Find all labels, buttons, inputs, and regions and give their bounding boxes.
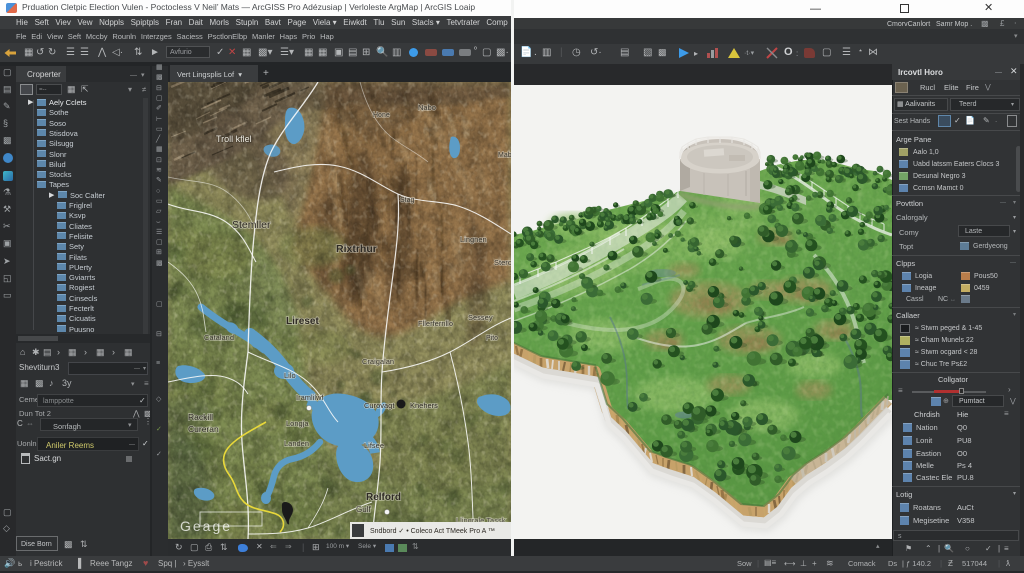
svg-text:Stag: Stag	[400, 197, 415, 204]
svg-text:Rixtrhur: Rixtrhur	[336, 243, 377, 255]
svg-text:Troll kflel: Troll kflel	[216, 134, 252, 144]
svg-text:Lireset: Lireset	[286, 316, 319, 327]
svg-text:Geage: Geage	[180, 518, 232, 534]
svg-text:Lifsee: Lifsee	[364, 441, 384, 450]
svg-text:Hone: Hone	[373, 112, 390, 119]
svg-text:Fllerfernllo: Fllerfernllo	[418, 319, 453, 328]
svg-text:Relford: Relford	[366, 492, 401, 503]
svg-text:Landen: Landen	[284, 439, 309, 448]
svg-text:Lilo: Lilo	[284, 371, 296, 380]
svg-text:Curovagt: Curovagt	[364, 401, 395, 410]
svg-text:Cureran: Cureran	[188, 424, 219, 434]
svg-text:Gulf: Gulf	[356, 505, 371, 514]
svg-text:Rackill: Rackill	[188, 412, 213, 422]
svg-text:Longja: Longja	[286, 419, 309, 428]
svg-text:Lingnen: Lingnen	[460, 235, 487, 244]
svg-text:Iramlilwf: Iramlilwf	[296, 393, 324, 402]
svg-text:Cataland: Cataland	[204, 333, 234, 342]
svg-text:Mab: Mab	[498, 152, 511, 159]
svg-text:Knehers: Knehers	[410, 401, 438, 410]
svg-text:Stemller: Stemller	[232, 219, 271, 231]
svg-text:Craigalan: Craigalan	[362, 357, 394, 366]
svg-text:Sndbord ✓ • Coleco Act TMeek P: Sndbord ✓ • Coleco Act TMeek Pro A ™	[370, 528, 495, 535]
svg-text:Pito: Pito	[486, 335, 498, 342]
svg-text:Nabo: Nabo	[418, 103, 436, 112]
svg-text:Stero: Stero	[494, 258, 511, 267]
svg-text:Sessey: Sessey	[468, 313, 493, 322]
